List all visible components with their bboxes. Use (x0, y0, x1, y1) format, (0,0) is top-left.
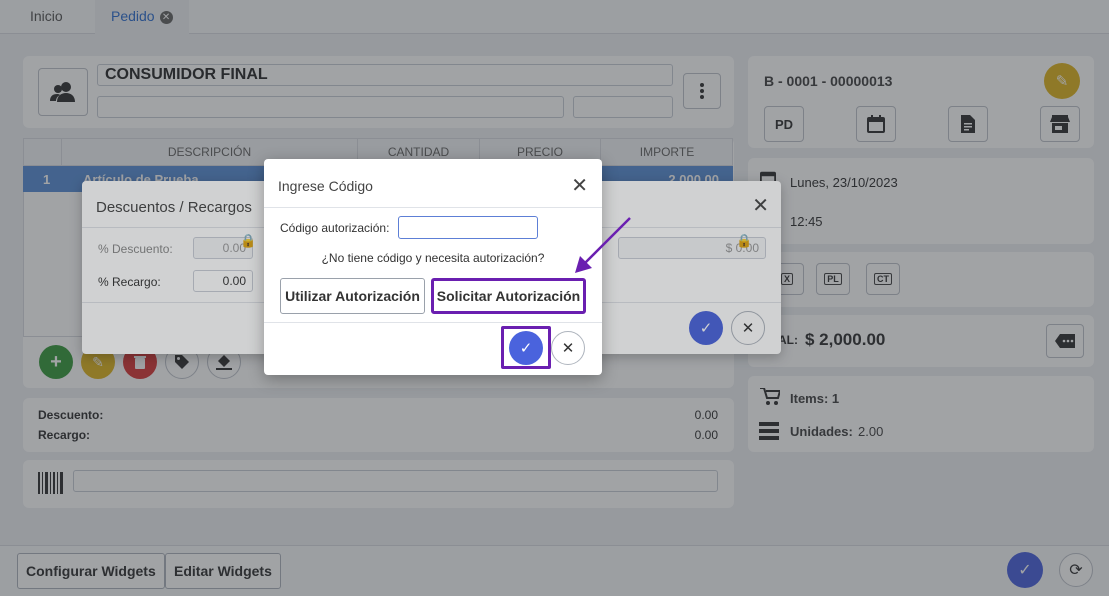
utilizar-autorizacion-button[interactable]: Utilizar Autorización (280, 278, 425, 314)
codigo-input[interactable] (398, 216, 538, 239)
codigo-label: Código autorización: (280, 221, 390, 235)
close-icon[interactable]: ✕ (571, 173, 588, 198)
divider (264, 207, 602, 208)
annotation-arrow (575, 217, 631, 273)
codigo-dialog: Ingrese Código ✕ Código autorización: ¿N… (264, 159, 602, 375)
authorization-question: ¿No tiene código y necesita autorización… (321, 251, 545, 265)
close-icon: ✕ (561, 340, 575, 357)
dialog-title: Ingrese Código (278, 178, 373, 194)
divider (264, 322, 602, 323)
check-icon: ✓ (519, 340, 533, 357)
confirm-button[interactable]: ✓ (509, 331, 543, 365)
cancel-button[interactable]: ✕ (551, 331, 585, 365)
solicitar-autorizacion-button[interactable]: Solicitar Autorización (431, 278, 586, 314)
